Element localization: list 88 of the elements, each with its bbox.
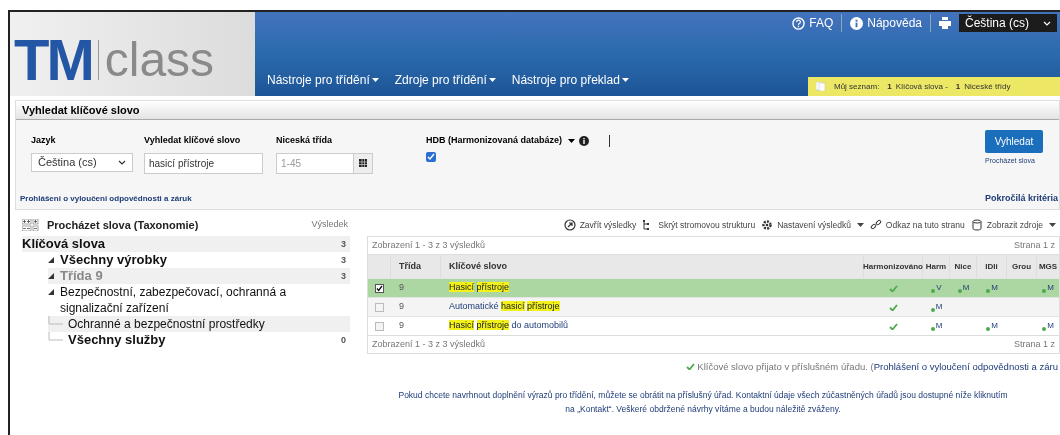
- nav-menu[interactable]: Nástroje pro třídění: [267, 71, 379, 89]
- tree-label: Všechny výrobky: [60, 252, 168, 268]
- advanced-criteria-link[interactable]: Pokročilá kritéria: [984, 191, 1058, 205]
- field-label: Jazyk: [31, 134, 57, 147]
- nice-class-field[interactable]: 1-45: [276, 152, 354, 174]
- keyword-link[interactable]: Automatické hasicí přístroje: [441, 300, 864, 314]
- tree-count: 0: [341, 334, 346, 347]
- expand-collapse-icon[interactable]: [22, 219, 39, 231]
- class-cell-text: 9: [398, 281, 405, 295]
- link-icon: [869, 219, 882, 231]
- keyword-link[interactable]: Hasicí přístroje do automobilů: [441, 319, 864, 333]
- caret-icon: [568, 138, 576, 143]
- toolbar-button[interactable]: Zavřít výsledky: [563, 218, 637, 232]
- check-icon: [376, 284, 383, 292]
- arrow-circle-icon: [563, 219, 576, 231]
- tree-label: Všechny služby: [68, 332, 167, 348]
- results-summary: Zobrazení 1 - 3 z 3 výsledků: [372, 337, 486, 351]
- pages-icon: [816, 82, 826, 91]
- check-icon: [686, 363, 696, 370]
- printer-icon[interactable]: [939, 17, 951, 29]
- disclaimer-link[interactable]: Prohlášeni o vyloučeni odpovědnosti a záruk: [20, 193, 192, 205]
- row-checkbox[interactable]: [375, 321, 384, 331]
- tree-title: Procházet slova (Taxonomie): [47, 217, 199, 233]
- logo-text: class: [104, 36, 215, 84]
- keyword-field[interactable]: hasicí přístroje: [144, 152, 263, 174]
- toolbar-button[interactable]: Odkaz na tuto stranu: [869, 218, 965, 232]
- tree-row[interactable]: Všechny výrobky 3: [48, 252, 350, 268]
- tree-row[interactable]: Klíčová slova 3: [22, 236, 350, 252]
- top-link[interactable]: Nápověda: [850, 14, 931, 32]
- caret-icon: [856, 223, 864, 227]
- tree-label: Ochranné a bezpečnostní prostředky: [68, 316, 266, 332]
- tree-label: Klíčová slova: [22, 236, 107, 252]
- toolbar-button[interactable]: Zobrazit zdroje: [970, 218, 1056, 232]
- panel-title: Vyhledat klíčové slovo: [16, 101, 1059, 120]
- tree-label: Bezpečnostní, zabezpečovací, ochranná a signalizační zařízení: [60, 284, 288, 316]
- suggestion-note: Pokud chcete navrhnout doplnění výrazů pro třídění, můžete se obrátit na příslušný úřad. Kontaktní údaje všech zúčastněných úřadů jsou dostupné níže kliknutím: [398, 389, 1008, 403]
- field-label: HDB (Harmonizovaná databáze): [426, 134, 563, 147]
- search-button[interactable]: Vyhledat: [985, 130, 1043, 153]
- caret-icon: [488, 78, 496, 82]
- info-icon[interactable]: [579, 135, 590, 146]
- keyword-link[interactable]: Hasicí přístroje: [441, 281, 864, 295]
- chevron-icon: [118, 159, 126, 165]
- result-column-label: Výsledek: [311, 218, 348, 232]
- tree-branch-line: [48, 332, 64, 342]
- caret-icon: [621, 78, 629, 82]
- caret-icon: [371, 78, 379, 82]
- top-link[interactable]: FAQ: [792, 14, 843, 32]
- tree-row[interactable]: Bezpečnostní, zabezpečovací, ochranná a signalizační zařízení: [48, 284, 350, 316]
- toolbar-button[interactable]: Skrýt stromovou strukturu: [642, 218, 756, 232]
- field-label: Vyhledat klíčové slovo: [144, 134, 242, 147]
- language-select[interactable]: Čeština (cs): [959, 14, 1057, 32]
- column-header[interactable]: MGS: [1037, 255, 1059, 278]
- toolbar-button[interactable]: Nastavení výsledků: [761, 218, 864, 232]
- class-cell-text: 9: [398, 319, 405, 333]
- info-icon: [850, 16, 864, 30]
- grid-icon: [359, 159, 367, 167]
- row-checkbox[interactable]: [375, 302, 384, 312]
- logo-mark[interactable]: TM: [14, 31, 92, 89]
- language-dropdown[interactable]: Čeština (cs): [31, 152, 133, 172]
- database-icon: [970, 219, 983, 231]
- chevron-icon: [1043, 20, 1051, 26]
- class-cell-text: 9: [398, 300, 405, 314]
- result-row[interactable]: 9 Hasicí přístroje V M M M: [368, 278, 1059, 297]
- result-row[interactable]: 9 Automatické hasicí přístroje M: [368, 297, 1059, 316]
- question-icon: [792, 16, 806, 30]
- tree-row[interactable]: Třída 9 3: [48, 268, 350, 284]
- my-list-bar[interactable]: Můj seznam: 1 Klíčová slova - 1 Niceské třídy: [808, 77, 1060, 96]
- results-summary: Zobrazení 1 - 3 z 3 výsledků: [372, 238, 486, 252]
- field-label: Niceská třída: [276, 134, 334, 147]
- suggestion-note: na „Kontakt“. Veškeré obdržené návrhy vítáme a budou náležitě zváženy.: [565, 403, 841, 417]
- check-icon: [427, 152, 435, 161]
- tree-count: 3: [341, 238, 346, 251]
- page-info: Strana 1 z: [1013, 238, 1055, 252]
- gear-icon: [761, 219, 774, 231]
- caret-icon: [1049, 223, 1056, 227]
- tree-row[interactable]: Ochranné a bezpečnostní prostředky: [48, 316, 350, 332]
- tree-row[interactable]: Všechny služby 0: [48, 332, 350, 348]
- page-info: Strana 1 z: [1013, 337, 1055, 351]
- tree-branch-line: [48, 316, 64, 326]
- status-message: Klíčové slovo přijato v příslušném úřadu. (: [697, 360, 874, 374]
- tree-count: 3: [341, 270, 346, 283]
- tree-count: 3: [341, 254, 346, 267]
- nav-menu[interactable]: Nástroje pro překlad: [511, 71, 629, 89]
- row-checkbox[interactable]: [375, 283, 384, 293]
- nav-menu[interactable]: Zdroje pro třídění: [394, 71, 496, 89]
- hdb-checkbox[interactable]: [426, 151, 436, 162]
- calendar-button[interactable]: [354, 152, 373, 174]
- tree-label: Třída 9: [60, 268, 104, 284]
